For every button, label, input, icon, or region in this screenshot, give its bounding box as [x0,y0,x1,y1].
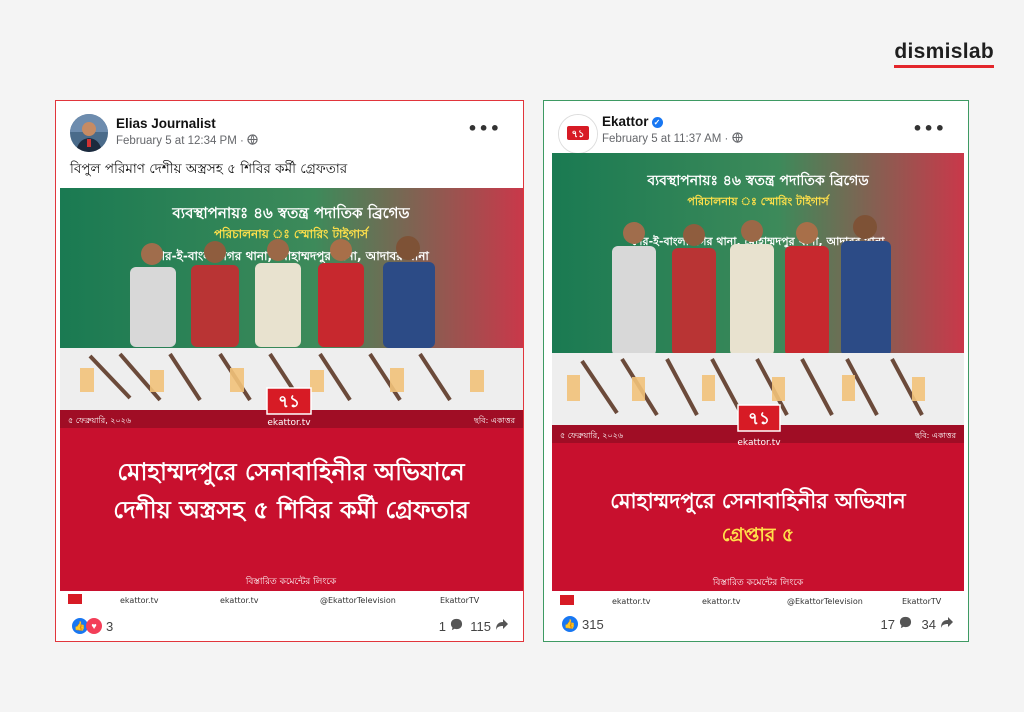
author-name[interactable]: Elias Journalist [116,116,216,131]
author-name[interactable]: Ekattor ✓ [602,114,663,129]
verified-badge-icon: ✓ [651,117,663,128]
post-meta: February 5 at 11:37 AM · [602,132,743,145]
social-youtube: @EkattorTelevision [787,597,863,606]
reaction-summary[interactable]: 👍 315 [562,616,604,632]
social-x: ekattor.tv [702,597,741,606]
social-x: ekattor.tv [220,596,259,605]
headline-line-1: মোহাম্মদপুরে সেনাবাহিনীর অভিযানে [117,456,466,487]
post-image[interactable]: ব্যবস্থাপনায়ঃ ৪৬ স্বতন্ত্র পদাতিক ব্রিগ… [552,153,964,609]
social-youtube: @EkattorTelevision [320,596,396,605]
social-facebook: EkattorTV [440,596,480,605]
reaction-count: 315 [582,616,604,632]
banner-line-1: ব্যবস্থাপনায়ঃ ৪৬ স্বতন্ত্র পদাতিক ব্রিগ… [646,171,869,189]
svg-text:৭১: ৭১ [572,129,585,140]
image-date: ৫ ফেব্রুয়ারি, ২০২৬ [560,431,623,440]
more-options-icon[interactable]: ••• [467,119,501,138]
social-facebook: EkattorTV [902,597,942,606]
share-icon [495,618,509,634]
comment-icon [899,616,912,632]
post-stats: 👍 ♥ 3 1 115 [56,618,523,638]
brand-logo: dismislab [894,40,994,68]
channel-logo: ৭১ ekattor.tv [266,387,312,428]
headline-line-2: গ্রেপ্তার ৫ [722,524,794,546]
comment-icon [450,618,463,634]
svg-text:ekattor.tv: ekattor.tv [267,418,311,428]
comment-count[interactable]: 17 [881,616,912,632]
svg-text:ekattor.tv: ekattor.tv [737,438,781,448]
image-date: ৫ ফেব্রুয়ারি, ২০২৬ [68,416,131,425]
svg-text:৭১: ৭১ [748,409,770,429]
svg-text:৭১: ৭১ [278,392,300,412]
image-credit: ছবি: একাত্তর [914,431,957,440]
post-stats: 👍 315 17 34 [544,616,968,636]
globe-icon [247,134,258,147]
facebook-post-left: Elias Journalist February 5 at 12:34 PM … [55,100,524,642]
footer-text: বিস্তারিত কমেন্টের লিংকে [245,576,337,587]
more-options-icon[interactable]: ••• [912,119,946,138]
post-timestamp[interactable]: February 5 at 11:37 AM [602,133,721,145]
headline-line-2: দেশীয় অস্ত্রসহ ৫ শিবির কর্মী গ্রেফতার [113,494,469,524]
post-header: Elias Journalist February 5 at 12:34 PM … [56,101,523,152]
banner-line-1: ব্যবস্থাপনায়ঃ ৪৬ স্বতন্ত্র পদাতিক ব্রিগ… [171,203,410,222]
avatar[interactable]: ৭১ [558,114,598,154]
social-website: ekattor.tv [612,597,651,606]
comment-count[interactable]: 1 [439,618,463,634]
reaction-summary[interactable]: 👍 ♥ 3 [72,618,113,634]
headline-line-1: মোহাম্মদপুরে সেনাবাহিনীর অভিযান [610,487,907,514]
image-credit: ছবি: একাত্তর [473,416,516,425]
post-caption: বিপুল পরিমাণ দেশীয় অস্ত্রসহ ৫ শিবির কর্… [70,161,348,177]
post-timestamp[interactable]: February 5 at 12:34 PM [116,135,237,147]
banner-line-2: পরিচালনায় ঃ স্মোরিং টাইগার্স [687,194,830,208]
facebook-post-right: ৭১ Ekattor ✓ February 5 at 11:37 AM · ••• [543,100,969,642]
share-icon [940,616,954,632]
brand-name: dismislab [894,40,994,63]
share-count[interactable]: 115 [470,618,509,634]
share-count[interactable]: 34 [922,616,954,632]
channel-logo: ৭১ ekattor.tv [737,404,781,448]
avatar[interactable] [70,114,108,152]
footer-text: বিস্তারিত কমেন্টের লিংকে [712,577,804,588]
like-icon: 👍 [562,616,578,632]
brand-underline [894,65,994,68]
love-icon: ♥ [86,618,102,634]
social-website: ekattor.tv [120,596,159,605]
post-image[interactable]: ব্যবস্থাপনায়ঃ ৪৬ স্বতন্ত্র পদাতিক ব্রিগ… [60,188,523,608]
reaction-count: 3 [106,618,114,634]
globe-icon [731,132,743,145]
post-header: ৭১ Ekattor ✓ February 5 at 11:37 AM · ••• [544,101,968,154]
post-meta: February 5 at 12:34 PM · [116,134,258,147]
banner-line-2: পরিচালনায় ঃ স্মোরিং টাইগার্স [214,226,370,241]
